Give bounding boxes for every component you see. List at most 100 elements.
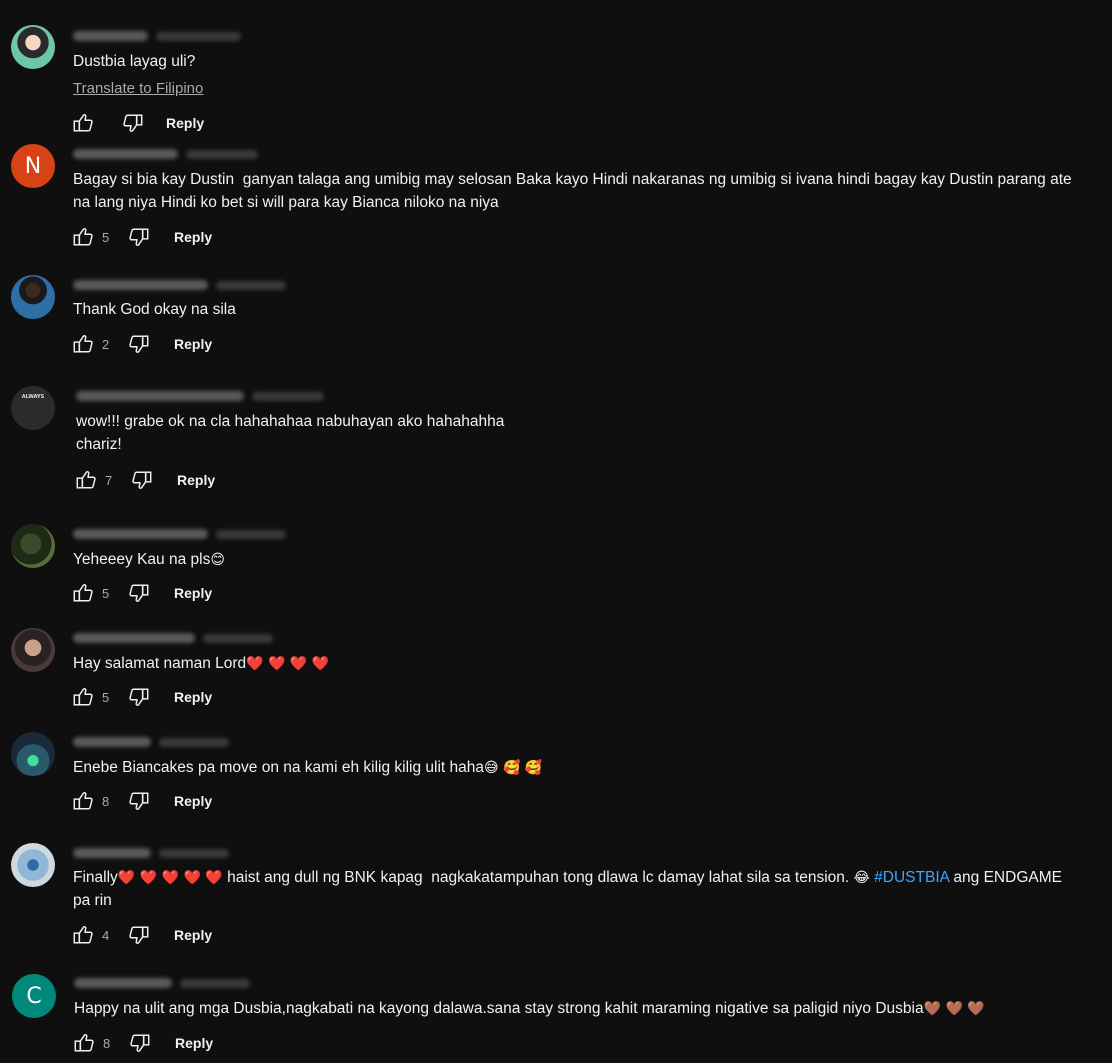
like-button[interactable] bbox=[70, 788, 96, 814]
thumbs-down-icon bbox=[129, 926, 149, 944]
timestamp-blurred bbox=[159, 737, 229, 747]
author-name-blurred[interactable] bbox=[73, 529, 208, 539]
reply-button[interactable]: Reply bbox=[174, 336, 212, 352]
like-count: 2 bbox=[102, 336, 110, 352]
thumbs-up-icon bbox=[76, 471, 96, 489]
comment-meta bbox=[73, 630, 273, 646]
thumbs-down-icon bbox=[129, 228, 149, 246]
like-button[interactable] bbox=[70, 224, 96, 250]
comment-text: Yeheeey Kau na pls😊 bbox=[73, 548, 225, 572]
reply-button[interactable]: Reply bbox=[175, 1035, 213, 1051]
timestamp-blurred bbox=[156, 31, 241, 41]
comment-actions: 8 Reply bbox=[71, 1030, 213, 1056]
like-count: 8 bbox=[102, 793, 110, 809]
author-name-blurred[interactable] bbox=[76, 391, 244, 401]
avatar[interactable] bbox=[11, 524, 55, 568]
like-count: 7 bbox=[105, 472, 113, 488]
comment-actions: 8 Reply bbox=[70, 788, 212, 814]
avatar[interactable]: N bbox=[11, 144, 55, 188]
avatar[interactable]: ALWAYS bbox=[11, 386, 55, 430]
comment-text-end: ang ENDGAME bbox=[949, 869, 1062, 886]
avatar[interactable] bbox=[11, 275, 55, 319]
like-count: 5 bbox=[102, 689, 110, 705]
like-button[interactable] bbox=[70, 684, 96, 710]
comment-meta bbox=[76, 388, 324, 404]
thumbs-up-icon bbox=[73, 688, 93, 706]
hashtag-link[interactable]: #DUSTBIA bbox=[874, 869, 949, 886]
comment-text-body: Happy na ulit ang mga Dusbia,nagkabati n… bbox=[74, 1000, 924, 1017]
avatar-initial: N bbox=[24, 153, 42, 179]
comment-text: Enebe Biancakes pa move on na kami eh ki… bbox=[73, 756, 542, 780]
comment-text-line-1: Finally❤️ ❤️ ❤️ ❤️ ❤️ haist ang dull ng … bbox=[73, 866, 1093, 890]
comment-text: Happy na ulit ang mga Dusbia,nagkabati n… bbox=[74, 997, 985, 1021]
reply-button[interactable]: Reply bbox=[174, 585, 212, 601]
reply-button[interactable]: Reply bbox=[174, 229, 212, 245]
reply-button[interactable]: Reply bbox=[177, 472, 215, 488]
thumbs-down-icon bbox=[129, 688, 149, 706]
dislike-button[interactable] bbox=[127, 1030, 153, 1056]
avatar[interactable] bbox=[11, 25, 55, 69]
thumbs-down-icon bbox=[130, 1034, 150, 1052]
comment-text: Hay salamat naman Lord❤️ ❤️ ❤️ ❤️ bbox=[73, 652, 329, 676]
thumbs-down-icon bbox=[129, 335, 149, 353]
author-name-blurred[interactable] bbox=[73, 737, 151, 747]
timestamp-blurred bbox=[216, 280, 286, 290]
comment-actions: 2 Reply bbox=[70, 331, 212, 357]
thumbs-up-icon bbox=[74, 1034, 94, 1052]
like-button[interactable] bbox=[70, 331, 96, 357]
like-button[interactable] bbox=[71, 1030, 97, 1056]
avatar-initial: C bbox=[26, 983, 42, 1009]
timestamp-blurred bbox=[216, 529, 286, 539]
thumbs-up-icon bbox=[73, 584, 93, 602]
comment-meta bbox=[73, 845, 229, 861]
author-name-blurred[interactable] bbox=[73, 31, 148, 41]
avatar[interactable] bbox=[11, 732, 55, 776]
comment-actions: Reply bbox=[70, 110, 204, 136]
like-button[interactable] bbox=[70, 580, 96, 606]
comment-meta bbox=[74, 975, 250, 991]
heart-emojis: ❤️ ❤️ ❤️ ❤️ ❤️ bbox=[117, 870, 223, 886]
dislike-button[interactable] bbox=[126, 922, 152, 948]
like-button[interactable] bbox=[70, 922, 96, 948]
reply-button[interactable]: Reply bbox=[174, 793, 212, 809]
comment-text-middle: haist ang dull ng BNK kapag nagkakatampu… bbox=[222, 869, 854, 886]
thumbs-down-icon bbox=[123, 114, 143, 132]
like-button[interactable] bbox=[70, 110, 96, 136]
dislike-button[interactable] bbox=[129, 467, 155, 493]
timestamp-blurred bbox=[203, 633, 273, 643]
reply-button[interactable]: Reply bbox=[174, 927, 212, 943]
timestamp-blurred bbox=[180, 978, 250, 988]
author-name-blurred[interactable] bbox=[73, 280, 208, 290]
comment-text-start: Finally bbox=[73, 869, 118, 886]
author-name-blurred[interactable] bbox=[73, 149, 178, 159]
thumbs-up-icon bbox=[73, 228, 93, 246]
author-name-blurred[interactable] bbox=[73, 848, 151, 858]
thumbs-down-icon bbox=[129, 792, 149, 810]
author-name-blurred[interactable] bbox=[74, 978, 172, 988]
comment-text-line-1: wow!!! grabe ok na cla hahahahaa nabuhay… bbox=[76, 413, 505, 430]
dislike-button[interactable] bbox=[126, 224, 152, 250]
emojis: 😅 🥰 🥰 bbox=[484, 760, 543, 776]
dislike-button[interactable] bbox=[126, 331, 152, 357]
comment-text-body: Enebe Biancakes pa move on na kami eh ki… bbox=[73, 759, 484, 776]
comment-actions: 5 Reply bbox=[70, 224, 212, 250]
comment-actions: 5 Reply bbox=[70, 684, 212, 710]
comment-meta bbox=[73, 277, 286, 293]
dislike-button[interactable] bbox=[126, 788, 152, 814]
comment-meta bbox=[73, 526, 286, 542]
reply-button[interactable]: Reply bbox=[174, 689, 212, 705]
like-count: 8 bbox=[103, 1035, 111, 1051]
reply-button[interactable]: Reply bbox=[166, 115, 204, 131]
dislike-button[interactable] bbox=[120, 110, 146, 136]
avatar[interactable]: C bbox=[12, 974, 56, 1018]
thumbs-up-icon bbox=[73, 792, 93, 810]
avatar[interactable] bbox=[11, 628, 55, 672]
like-button[interactable] bbox=[73, 467, 99, 493]
comment-meta bbox=[73, 734, 229, 750]
dislike-button[interactable] bbox=[126, 684, 152, 710]
author-name-blurred[interactable] bbox=[73, 633, 195, 643]
laugh-emoji: 😂 bbox=[853, 870, 870, 886]
translate-link[interactable]: Translate to Filipino bbox=[73, 80, 203, 97]
dislike-button[interactable] bbox=[126, 580, 152, 606]
avatar[interactable] bbox=[11, 843, 55, 887]
